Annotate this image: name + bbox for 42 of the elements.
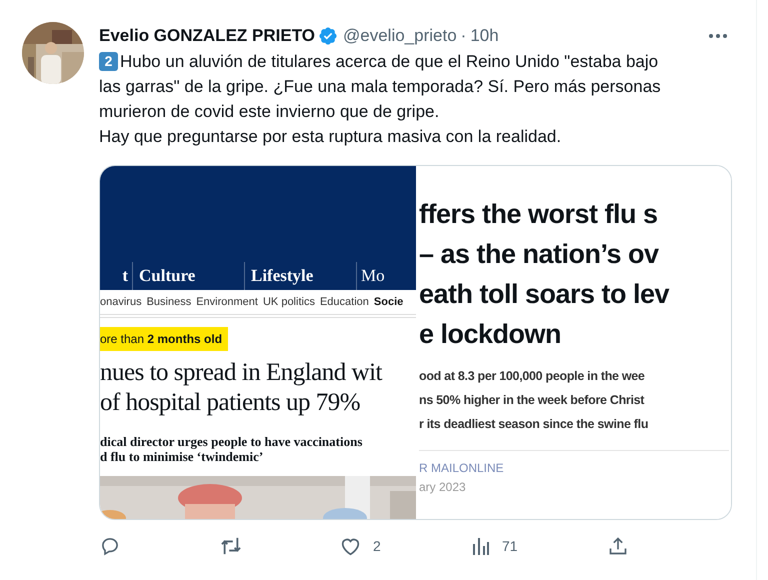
count-label: 71	[502, 536, 518, 556]
count-label: 2	[373, 536, 381, 556]
nav-link[interactable]: t	[122, 263, 128, 289]
number-badge: 2	[99, 52, 118, 71]
article-date: ary 2023	[419, 479, 467, 496]
post-text-line: Hubo un aluvión de titulares acerca de que el Reino Unido "estaba bajo	[120, 51, 658, 73]
summary-line: ood at 8.3 per 100,000 people in the wee	[419, 368, 646, 385]
headline-line: e lockdown	[419, 318, 562, 351]
repost-icon[interactable]	[220, 536, 242, 556]
nav-link[interactable]: Mo	[361, 263, 385, 289]
section-link[interactable]: Socie	[374, 294, 404, 310]
headline-line: – as the nation’s ov	[419, 238, 660, 271]
headline-line: ffers the worst flu s	[419, 198, 659, 231]
headline-line: of hospital patients up 79%	[100, 388, 362, 418]
byline: R MAILONLINE	[419, 460, 505, 477]
standfirst-line: dical director urges people to have vaccinations	[100, 434, 364, 449]
separator: ·	[460, 25, 466, 48]
post-text-line: las garras" de la gripe. ¿Fue una mala temporada? Sí. Pero más personas	[99, 76, 661, 98]
section-link[interactable]: Education	[320, 294, 369, 310]
author-handle[interactable]: @evelio_prieto	[343, 23, 457, 49]
age-notice: ore than 2 months old	[100, 327, 228, 351]
post-time[interactable]: 10h	[470, 23, 499, 49]
media-card[interactable]	[99, 165, 732, 520]
section-link[interactable]: UK politics	[262, 294, 315, 310]
post-text-line: Hay que preguntarse por esta ruptura masiva con la realidad.	[99, 126, 562, 148]
heart-icon[interactable]	[340, 536, 361, 556]
section-link[interactable]: onavirus	[100, 294, 142, 310]
summary-line: r its deadliest season since the swine flu	[419, 416, 650, 433]
share-icon[interactable]	[608, 536, 628, 556]
section-link[interactable]: Environment	[196, 294, 258, 310]
headline-line: eath toll soars to lev	[419, 278, 670, 311]
reply-icon[interactable]	[100, 536, 120, 556]
summary-line: ns 50% higher in the week before Christ	[419, 392, 646, 409]
standfirst-line: d flu to minimise ‘twindemic’	[100, 449, 264, 464]
bar-chart-icon[interactable]	[472, 537, 490, 555]
headline-line: nues to spread in England wit	[100, 358, 384, 388]
section-link[interactable]: Business	[146, 294, 192, 310]
nav-link[interactable]: Culture	[139, 263, 196, 289]
post-text-line: murieron de covid este invierno que de gripe.	[99, 101, 440, 123]
author-name[interactable]: Evelio GONZALEZ PRIETO	[99, 23, 315, 49]
nav-link[interactable]: Lifestyle	[251, 263, 314, 289]
more-icon[interactable]	[708, 33, 728, 39]
